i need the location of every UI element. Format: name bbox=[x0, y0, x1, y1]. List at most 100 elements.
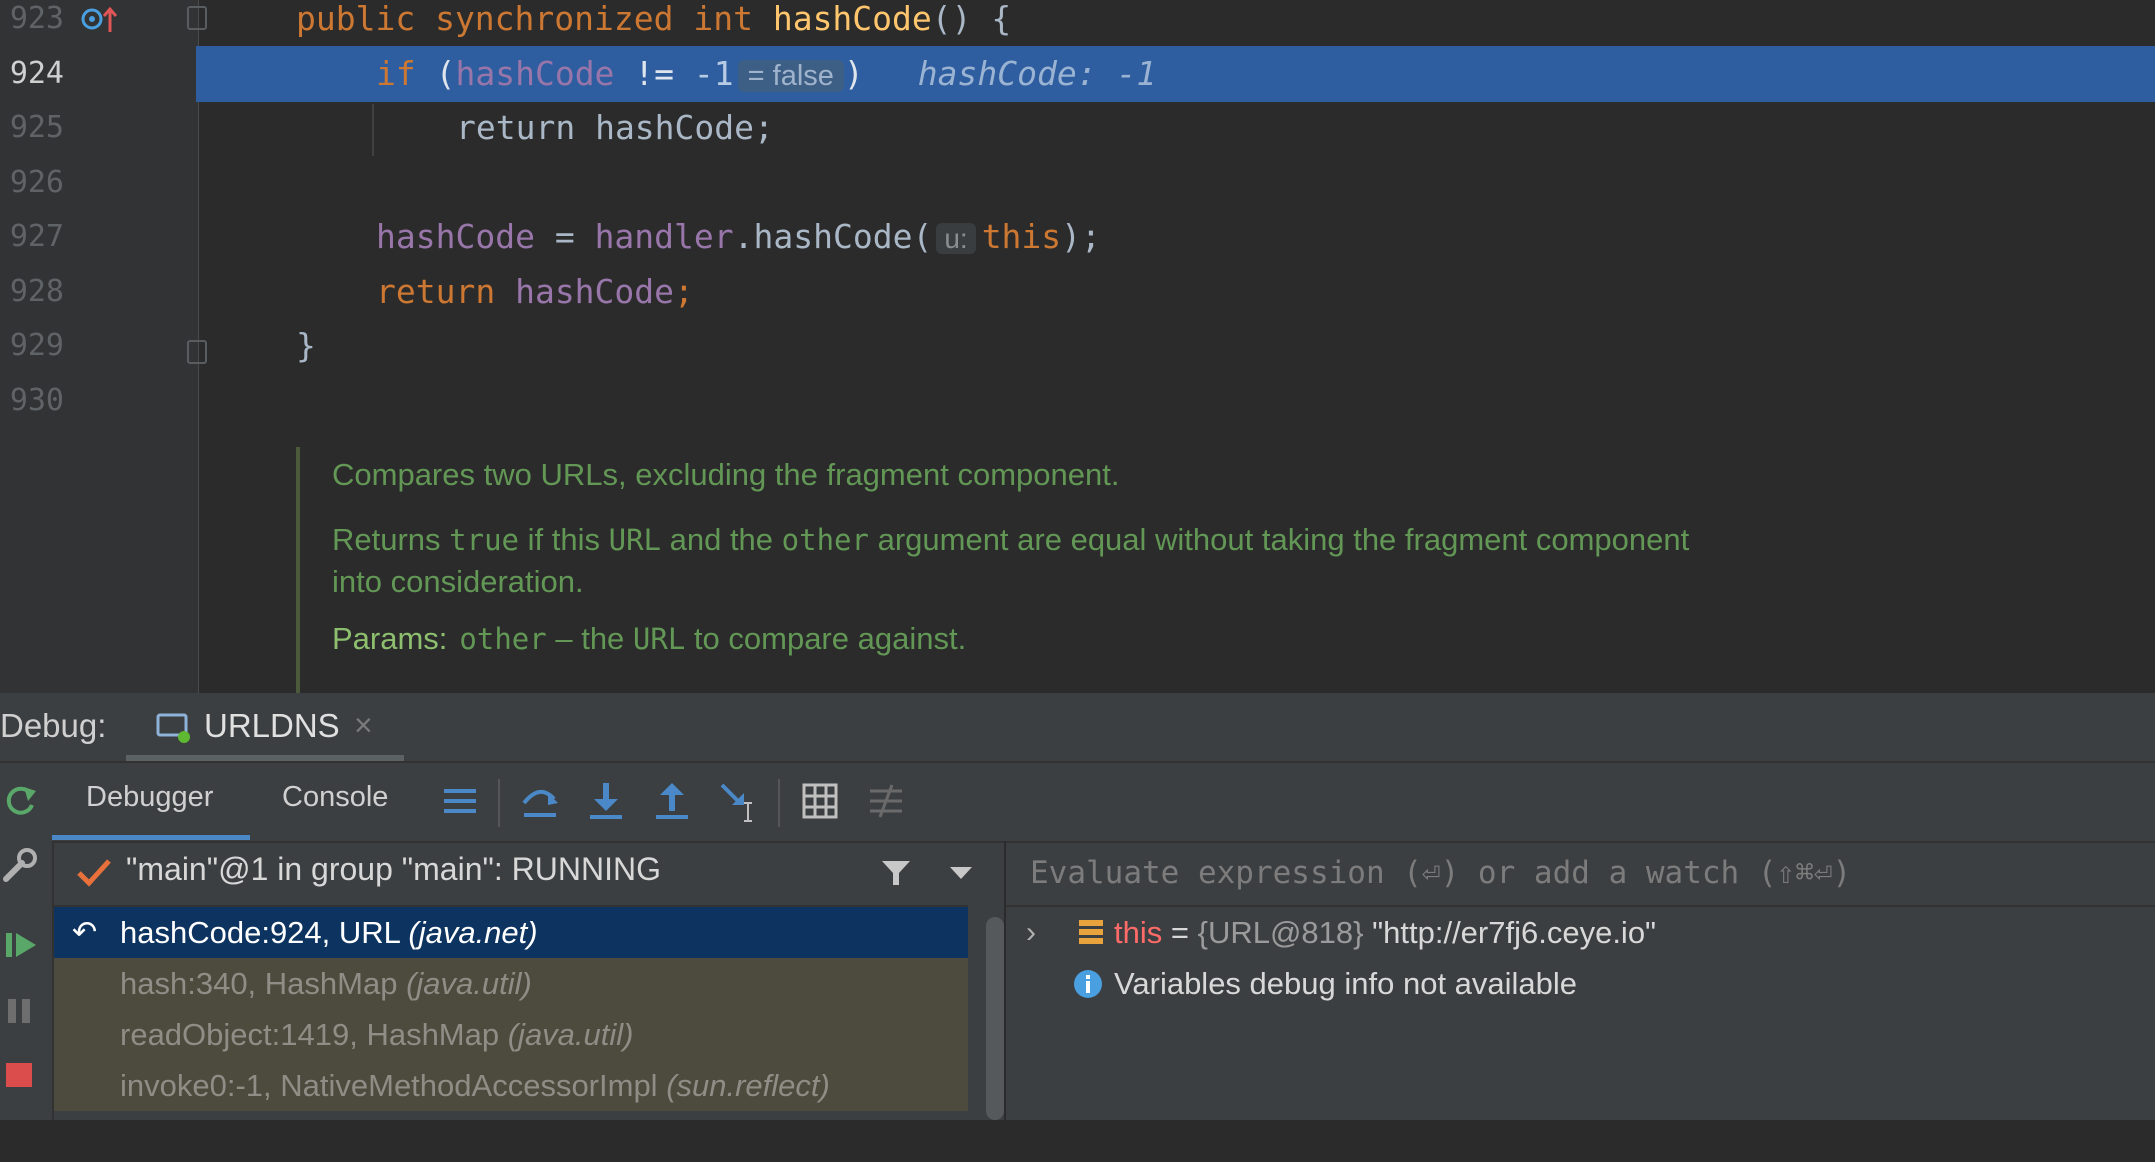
line-number[interactable]: 929 bbox=[0, 318, 64, 374]
frame-method: invoke0:-1, NativeMethodAccessorImpl bbox=[120, 1068, 667, 1103]
step-into-icon[interactable] bbox=[584, 779, 628, 823]
stack-frame[interactable]: hash:340, HashMap (java.util) bbox=[54, 958, 968, 1009]
line-number[interactable]: 923 bbox=[0, 0, 64, 47]
scrollbar-thumb[interactable] bbox=[986, 917, 1004, 1120]
doc-code: URL bbox=[632, 622, 686, 656]
code-line[interactable]: 929} bbox=[0, 318, 2155, 374]
inline-evaluation-badge: = false bbox=[737, 59, 844, 92]
evaluate-expression-input[interactable] bbox=[1028, 849, 2132, 897]
stack-frame-text: hashCode:924, URL (java.net) bbox=[120, 907, 538, 958]
settings-wrench-icon[interactable] bbox=[0, 845, 40, 885]
inline-debug-value: hashCode: -1 bbox=[917, 53, 1157, 93]
code-token: return bbox=[376, 271, 516, 311]
run-to-cursor-icon[interactable] bbox=[716, 779, 760, 823]
doc-code: other bbox=[781, 523, 869, 557]
line-number[interactable]: 926 bbox=[0, 155, 64, 211]
filter-icon[interactable] bbox=[880, 857, 912, 889]
stack-frame[interactable]: invoke0:-1, NativeMethodAccessorImpl (su… bbox=[54, 1060, 968, 1111]
session-tab-label: URLDNS bbox=[204, 707, 340, 744]
expand-chevron-icon[interactable]: › bbox=[1026, 907, 1036, 958]
fold-marker-icon[interactable] bbox=[187, 340, 207, 364]
line-number[interactable]: 925 bbox=[0, 100, 64, 156]
variables-info-text: Variables debug info not available bbox=[1114, 966, 1578, 1001]
trace-stream-icon[interactable] bbox=[864, 779, 908, 823]
thread-label: "main"@1 in group "main": RUNNING bbox=[126, 851, 661, 887]
frame-package: (sun.reflect) bbox=[666, 1068, 830, 1103]
step-over-icon[interactable] bbox=[518, 779, 562, 823]
frame-method: hash:340, HashMap bbox=[120, 966, 407, 1001]
pause-program-icon[interactable] bbox=[2, 991, 42, 1031]
line-number[interactable]: 930 bbox=[0, 373, 64, 429]
code-line[interactable]: 926 bbox=[0, 155, 2155, 211]
code-token: this bbox=[981, 217, 1062, 256]
code-token: hashCode bbox=[455, 53, 615, 93]
step-out-icon[interactable] bbox=[650, 779, 694, 823]
variable-this-row[interactable]: › this = {URL@818} "http://er7fj6.ceye.i… bbox=[1006, 907, 2155, 958]
line-number[interactable]: 928 bbox=[0, 264, 64, 320]
code-token: ; bbox=[674, 271, 694, 311]
debug-label: Debug: bbox=[0, 707, 107, 744]
doc-text: if this bbox=[519, 522, 609, 557]
rerun-icon[interactable] bbox=[0, 781, 40, 821]
doc-text: to compare against. bbox=[685, 621, 967, 656]
tab-console[interactable]: Console bbox=[282, 781, 388, 814]
code-line[interactable]: 923 public synchronized int hashCode() { bbox=[0, 0, 2155, 47]
code-token: ( bbox=[435, 53, 456, 93]
doc-text: – the bbox=[546, 621, 633, 656]
code-line[interactable]: 925 return hashCode; bbox=[0, 100, 2155, 156]
code-token: } bbox=[296, 326, 316, 365]
doc-code: other bbox=[459, 622, 547, 656]
indent-guide bbox=[372, 104, 374, 156]
code-editor[interactable]: 923 public synchronized int hashCode () { 9… bbox=[0, 0, 2155, 693]
stack-frame-text: invoke0:-1, NativeMethodAccessorImpl (su… bbox=[120, 1060, 830, 1111]
doc-code: URL bbox=[608, 523, 661, 557]
line-number[interactable]: 924 bbox=[0, 46, 64, 102]
code-token: ) bbox=[843, 53, 864, 93]
fold-marker-icon[interactable] bbox=[187, 6, 207, 30]
doc-params: Params: other – the URL to compare agains… bbox=[332, 621, 1996, 657]
variable-text: this = {URL@818} "http://er7fj6.ceye.io" bbox=[1114, 907, 1656, 958]
frame-method: readObject:1419, HashMap bbox=[120, 1017, 508, 1052]
debugger-toolbar: Debugger Console bbox=[52, 763, 2155, 843]
current-execution-line[interactable]: 924 if (hashCode != -1 = false) hashCode: -… bbox=[10, 45, 2155, 104]
toolbar-separator bbox=[498, 779, 500, 827]
resume-program-icon[interactable] bbox=[2, 925, 42, 965]
stack-frame[interactable]: readObject:1419, HashMap (java.util) bbox=[54, 1009, 968, 1060]
frame-package: (java.util) bbox=[406, 966, 532, 1001]
code-text: return hashCode; bbox=[456, 100, 774, 156]
session-tab-urldns[interactable]: URLDNS × bbox=[126, 693, 404, 761]
variable-eq: = bbox=[1162, 915, 1198, 950]
code-line[interactable]: 927 hashCode = handler.hashCode(u: this); bbox=[0, 209, 2155, 265]
variables-panel: › this = {URL@818} "http://er7fj6.ceye.i… bbox=[1006, 841, 2155, 1120]
code-token: ); bbox=[1061, 217, 1101, 256]
stack-frame[interactable]: ↶ hashCode:924, URL (java.net) bbox=[54, 907, 968, 958]
frame-method: hashCode:924, URL bbox=[120, 915, 409, 950]
field-icon bbox=[1079, 920, 1103, 944]
chevron-down-icon[interactable] bbox=[950, 867, 972, 881]
line-number[interactable]: 927 bbox=[0, 209, 64, 265]
code-token: () { bbox=[931, 0, 1012, 38]
code-line[interactable]: 930 bbox=[0, 373, 2155, 429]
code-text: } bbox=[296, 318, 316, 374]
evaluate-expression-icon[interactable] bbox=[798, 779, 842, 823]
code-token: .hashCode( bbox=[733, 217, 933, 256]
current-frame-arrow-icon: ↶ bbox=[72, 916, 98, 949]
thread-selector[interactable]: "main"@1 in group "main": RUNNING bbox=[54, 841, 972, 907]
code-text: hashCode = handler.hashCode(u: this); bbox=[376, 209, 1101, 267]
code-token: public synchronized int bbox=[296, 0, 773, 38]
tab-underline bbox=[126, 755, 404, 761]
code-token: = bbox=[534, 217, 595, 256]
override-method-icon[interactable] bbox=[80, 4, 120, 34]
frames-panel: "main"@1 in group "main": RUNNING ↶ hashC… bbox=[54, 841, 1020, 1120]
tab-underline bbox=[52, 835, 250, 840]
frame-package: (java.net) bbox=[408, 915, 538, 950]
thread-running-check-icon bbox=[77, 859, 111, 887]
show-frames-icon[interactable] bbox=[438, 779, 482, 823]
code-line[interactable]: 928 return hashCode; bbox=[0, 264, 2155, 320]
stop-icon[interactable] bbox=[2, 1055, 42, 1095]
close-icon[interactable]: × bbox=[354, 707, 373, 744]
doc-params-label: Params: bbox=[332, 621, 448, 656]
code-text: if (hashCode != -1 = false) hashCode: -1 bbox=[376, 46, 1156, 104]
doc-returns: Returns true if this URL and the other a… bbox=[332, 519, 1996, 603]
tab-debugger[interactable]: Debugger bbox=[86, 781, 213, 814]
